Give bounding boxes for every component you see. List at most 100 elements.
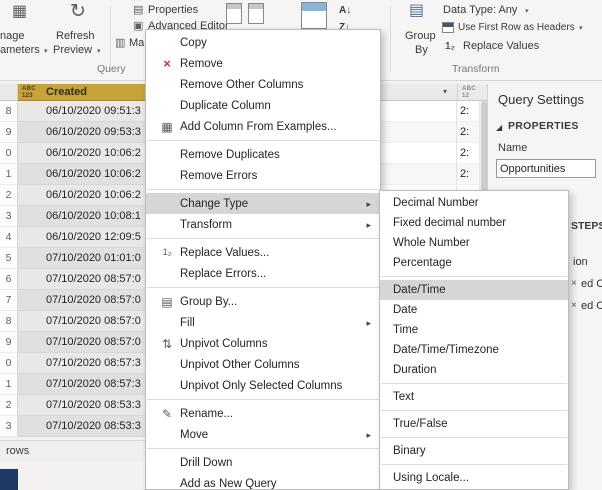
transform-group-label: Transform [452,63,500,75]
menu-separator [381,410,567,411]
step-delete-icon[interactable]: × [571,278,577,289]
refresh-preview-icon[interactable]: ↻ [70,2,86,21]
menu-item-replace-values[interactable]: 1₂ Replace Values... [146,242,380,263]
submenu-item-time[interactable]: Time [380,320,568,340]
properties-button[interactable]: Properties [148,4,198,16]
third-column-cell[interactable]: 2: [457,164,479,185]
submenu-arrow-icon: ▸ [366,220,371,230]
menu-item-label: Move [180,428,209,441]
refresh-preview-button-line2[interactable]: Preview [53,44,92,56]
group-by-button[interactable]: Group [405,30,436,42]
menu-item-add-as-new-query[interactable]: Add as New Query [146,473,380,490]
row-number: 9 [0,332,18,353]
submenu-item-whole-number[interactable]: Whole Number [380,233,568,253]
submenu-item-binary[interactable]: Binary [380,441,568,461]
group-by-icon: ▤ [409,2,425,19]
menu-item-duplicate-column[interactable]: Duplicate Column [146,95,380,116]
submenu-item-text[interactable]: Text [380,387,568,407]
row-number: 2 [0,395,18,416]
remove-columns-icon[interactable] [248,3,264,24]
group-by-button-line2[interactable]: By [415,44,428,56]
submenu-item-percentage[interactable]: Percentage [380,253,568,273]
menu-item-remove-duplicates[interactable]: Remove Duplicates [146,144,380,165]
keep-rows-icon[interactable] [301,2,327,29]
data-type-button[interactable]: Data Type: Any [443,4,517,16]
submenu-item-date-time[interactable]: Date/Time [380,280,568,300]
chevron-down-icon: ▾ [525,8,529,15]
submenu-arrow-icon: ▸ [366,199,371,209]
row-number: 7 [0,290,18,311]
submenu-item-true-false[interactable]: True/False [380,414,568,434]
use-first-row-button[interactable]: Use First Row as Headers [458,22,575,33]
chevron-down-icon: ▾ [44,48,48,55]
menu-item-unpivot-only-selected[interactable]: Unpivot Only Selected Columns [146,375,380,396]
menu-item-transform[interactable]: Transform ▸ [146,214,380,235]
column-type-icon[interactable]: ABC 12 [462,86,476,99]
change-type-submenu: Decimal Number Fixed decimal number Whol… [379,190,569,490]
applied-step-item[interactable]: ed Col [581,300,602,312]
submenu-arrow-icon: ▸ [366,318,371,328]
row-number: 5 [0,248,18,269]
submenu-item-date[interactable]: Date [380,300,568,320]
menu-item-remove-other-columns[interactable]: Remove Other Columns [146,74,380,95]
applied-step-item[interactable]: ed Col [581,278,602,290]
submenu-item-duration[interactable]: Duration [380,360,568,380]
third-column-header[interactable]: ABC 12 [457,84,487,101]
manage-parameters-button[interactable]: nage [0,30,24,42]
menu-item-label: Duplicate Column [180,99,271,112]
filter-dropdown-icon[interactable]: ▾ [443,84,447,100]
menu-item-label: Unpivot Other Columns [180,358,300,371]
menu-item-change-type[interactable]: Change Type ▸ [146,193,380,214]
submenu-item-fixed-decimal[interactable]: Fixed decimal number [380,213,568,233]
menu-item-label: Remove Other Columns [180,78,304,91]
menu-separator [147,399,379,400]
choose-columns-icon[interactable] [226,3,242,24]
refresh-preview-button[interactable]: Refresh [56,30,95,42]
menu-item-label: Replace Errors... [180,267,267,280]
manage-parameters-button-line2[interactable]: ameters [0,44,40,56]
manage-icon: ▥ [115,37,126,49]
menu-item-group-by[interactable]: ▤ Group By... [146,291,380,312]
menu-item-fill[interactable]: Fill ▸ [146,312,380,333]
menu-item-label: Remove [180,57,223,70]
menu-separator [147,448,379,449]
menu-item-copy[interactable]: Copy [146,32,380,53]
menu-separator [147,140,379,141]
applied-step-item[interactable]: ion [573,256,588,268]
menu-item-remove-errors[interactable]: Remove Errors [146,165,380,186]
row-number: 8 [0,101,18,122]
menu-item-replace-errors[interactable]: Replace Errors... [146,263,380,284]
menu-item-label: Change Type [180,197,249,210]
step-delete-icon[interactable]: × [571,300,577,311]
submenu-item-using-locale[interactable]: Using Locale... [380,468,568,488]
submenu-item-decimal-number[interactable]: Decimal Number [380,193,568,213]
menu-item-label: Group By... [180,295,238,308]
properties-icon: ▤ [133,4,144,16]
row-number: 1 [0,374,18,395]
menu-item-label: Remove Errors [180,169,258,182]
menu-item-add-column-from-examples[interactable]: ▦ Add Column From Examples... [146,116,380,137]
menu-item-label: Unpivot Only Selected Columns [180,379,343,392]
column-type-icon[interactable]: ABC 123 [22,86,36,99]
third-column-cell[interactable]: 2: [457,101,479,122]
menu-separator [381,276,567,277]
menu-item-unpivot-other-columns[interactable]: Unpivot Other Columns [146,354,380,375]
manage-parameters-icon[interactable]: ▦ [12,4,27,20]
submenu-item-date-time-timezone[interactable]: Date/Time/Timezone [380,340,568,360]
menu-item-label: Transform [180,218,232,231]
menu-separator [381,437,567,438]
menu-item-unpivot-columns[interactable]: ⇅ Unpivot Columns [146,333,380,354]
query-name-input[interactable] [496,159,596,178]
advanced-editor-icon: ▣ [133,20,144,32]
sort-ascending-icon[interactable]: A↓ [339,5,351,16]
menu-item-label: Add Column From Examples... [180,120,337,133]
menu-item-label: Rename... [180,407,234,420]
properties-expander-icon[interactable]: ◢ [496,123,502,132]
third-column-cell[interactable]: 2: [457,143,479,164]
third-column-cell[interactable]: 2: [457,122,479,143]
menu-item-move[interactable]: Move ▸ [146,424,380,445]
menu-item-drill-down[interactable]: Drill Down [146,452,380,473]
menu-item-rename[interactable]: ✎ Rename... [146,403,380,424]
replace-values-button[interactable]: Replace Values [463,40,539,52]
menu-item-remove[interactable]: × Remove [146,53,380,74]
